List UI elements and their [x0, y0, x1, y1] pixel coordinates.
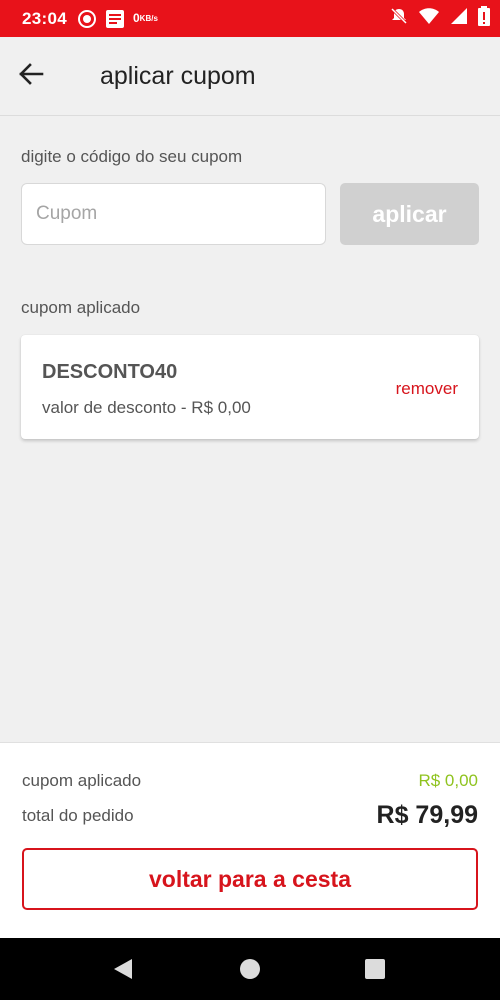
summary-total-value: R$ 79,99 [376, 801, 478, 829]
coupon-code-label: digite o código do seu cupom [21, 147, 243, 166]
summary-total-label: total do pedido [22, 805, 134, 825]
page-title: aplicar cupom [100, 61, 256, 90]
notification-circle-icon [77, 9, 97, 29]
summary-coupon-label: cupom aplicado [22, 771, 142, 790]
summary-total-row: total do pedido R$ 79,99 [22, 801, 478, 830]
coupon-code: DESCONTO40 [42, 361, 178, 383]
back-button[interactable] [0, 37, 62, 116]
status-right-icons [390, 6, 490, 31]
coupon-discount-value: valor de desconto - R$ 0,00 [42, 398, 251, 417]
back-triangle-icon[interactable] [112, 957, 134, 981]
system-nav-bar [0, 938, 500, 1000]
network-speed: 0 KB/s [132, 11, 158, 25]
signal-icon [450, 7, 468, 30]
coupon-input[interactable] [21, 183, 326, 245]
apply-coupon-button[interactable]: aplicar [340, 183, 479, 245]
home-circle-icon[interactable] [239, 958, 261, 980]
battery-icon [478, 6, 490, 31]
recents-square-icon[interactable] [365, 959, 385, 979]
back-to-basket-button[interactable]: voltar para a cesta [22, 848, 478, 910]
main-content: digite o código do seu cupom aplicar cup… [0, 117, 500, 742]
speed-value: 0 [132, 11, 140, 25]
summary-coupon-row: cupom aplicado R$ 0,00 [22, 771, 478, 791]
status-time: 23:04 [22, 8, 67, 28]
summary-coupon-value: R$ 0,00 [418, 771, 478, 790]
arrow-left-icon [18, 62, 44, 90]
applied-coupon-card: DESCONTO40 valor de desconto - R$ 0,00 r… [21, 335, 479, 439]
status-bar: 23:04 0 KB/s [0, 0, 500, 37]
remove-coupon-link[interactable]: remover [396, 379, 458, 399]
app-bar: aplicar cupom [0, 37, 500, 116]
mute-icon [390, 7, 408, 30]
app-icon [105, 9, 125, 29]
order-summary: cupom aplicado R$ 0,00 total do pedido R… [0, 742, 500, 938]
wifi-icon [418, 7, 440, 30]
speed-unit: KB/s [139, 13, 158, 23]
applied-coupon-label: cupom aplicado [21, 298, 141, 317]
